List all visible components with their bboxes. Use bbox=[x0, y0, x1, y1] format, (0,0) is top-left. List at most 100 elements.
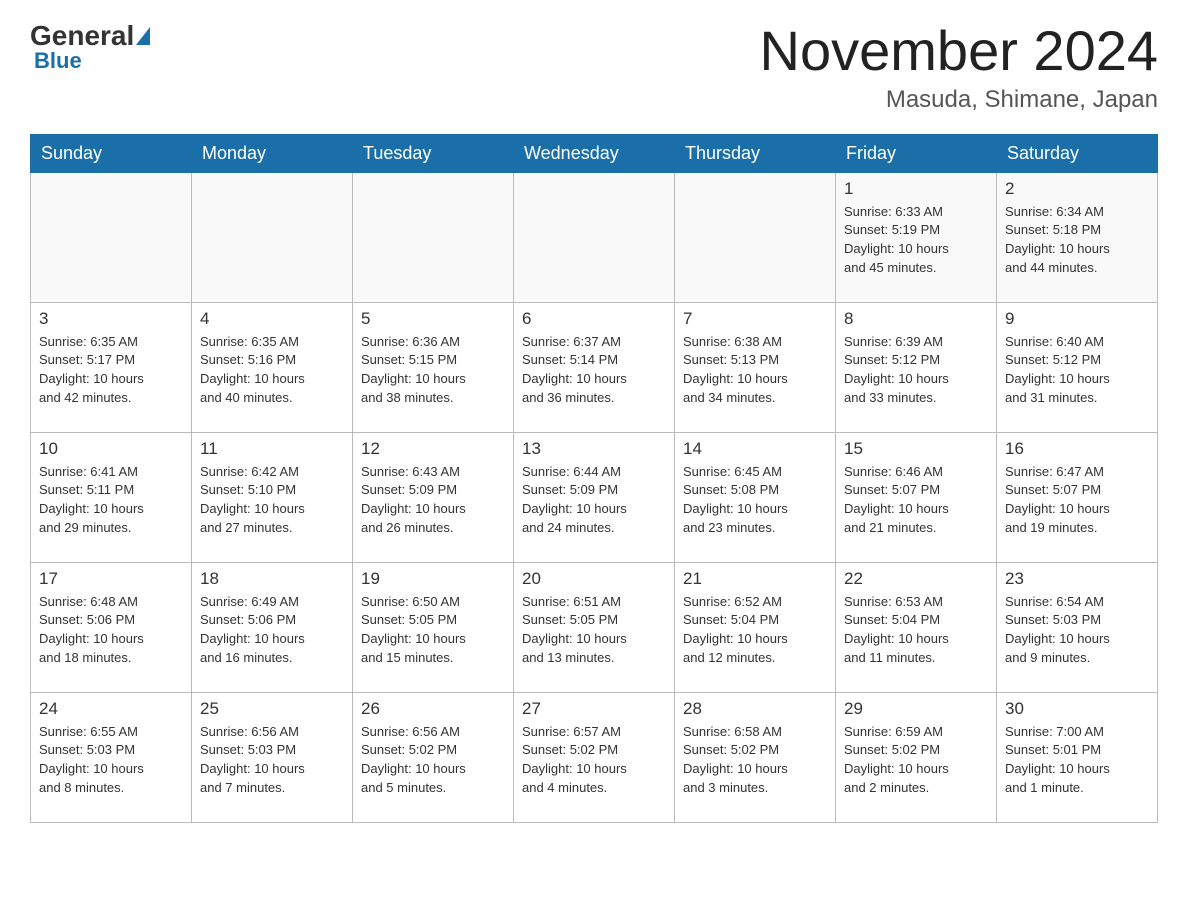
weekday-header-wednesday: Wednesday bbox=[514, 134, 675, 172]
day-info: Sunrise: 6:56 AM Sunset: 5:02 PM Dayligh… bbox=[361, 723, 505, 798]
calendar-cell bbox=[31, 172, 192, 302]
day-info: Sunrise: 6:50 AM Sunset: 5:05 PM Dayligh… bbox=[361, 593, 505, 668]
calendar-cell: 11 Sunrise: 6:42 AM Sunset: 5:10 PM Dayli… bbox=[192, 432, 353, 562]
calendar-cell: 5 Sunrise: 6:36 AM Sunset: 5:15 PM Daylig… bbox=[353, 302, 514, 432]
day-info: Sunrise: 6:54 AM Sunset: 5:03 PM Dayligh… bbox=[1005, 593, 1149, 668]
day-info: Sunrise: 6:57 AM Sunset: 5:02 PM Dayligh… bbox=[522, 723, 666, 798]
calendar-cell: 21 Sunrise: 6:52 AM Sunset: 5:04 PM Dayli… bbox=[675, 562, 836, 692]
calendar-cell: 10 Sunrise: 6:41 AM Sunset: 5:11 PM Dayli… bbox=[31, 432, 192, 562]
day-number: 30 bbox=[1005, 699, 1149, 719]
day-info: Sunrise: 6:44 AM Sunset: 5:09 PM Dayligh… bbox=[522, 463, 666, 538]
calendar-cell: 14 Sunrise: 6:45 AM Sunset: 5:08 PM Dayli… bbox=[675, 432, 836, 562]
day-number: 14 bbox=[683, 439, 827, 459]
calendar-cell: 24 Sunrise: 6:55 AM Sunset: 5:03 PM Dayli… bbox=[31, 692, 192, 822]
calendar-cell: 29 Sunrise: 6:59 AM Sunset: 5:02 PM Dayli… bbox=[836, 692, 997, 822]
day-info: Sunrise: 6:33 AM Sunset: 5:19 PM Dayligh… bbox=[844, 203, 988, 278]
day-number: 18 bbox=[200, 569, 344, 589]
weekday-header-tuesday: Tuesday bbox=[353, 134, 514, 172]
day-number: 21 bbox=[683, 569, 827, 589]
week-row-4: 17 Sunrise: 6:48 AM Sunset: 5:06 PM Dayli… bbox=[31, 562, 1158, 692]
page-header: General Blue November 2024 Masuda, Shima… bbox=[30, 20, 1158, 114]
day-info: Sunrise: 6:42 AM Sunset: 5:10 PM Dayligh… bbox=[200, 463, 344, 538]
day-info: Sunrise: 6:45 AM Sunset: 5:08 PM Dayligh… bbox=[683, 463, 827, 538]
calendar-cell: 16Sunrise: 6:47 AM Sunset: 5:07 PM Dayli… bbox=[997, 432, 1158, 562]
calendar-cell: 4Sunrise: 6:35 AM Sunset: 5:16 PM Daylig… bbox=[192, 302, 353, 432]
day-number: 1 bbox=[844, 179, 988, 199]
week-row-1: 1 Sunrise: 6:33 AM Sunset: 5:19 PM Daylig… bbox=[31, 172, 1158, 302]
day-number: 16 bbox=[1005, 439, 1149, 459]
day-info: Sunrise: 6:40 AM Sunset: 5:12 PM Dayligh… bbox=[1005, 333, 1149, 408]
calendar-cell: 1 Sunrise: 6:33 AM Sunset: 5:19 PM Daylig… bbox=[836, 172, 997, 302]
calendar-cell: 19 Sunrise: 6:50 AM Sunset: 5:05 PM Dayli… bbox=[353, 562, 514, 692]
weekday-header-row: SundayMondayTuesdayWednesdayThursdayFrid… bbox=[31, 134, 1158, 172]
calendar-cell: 26 Sunrise: 6:56 AM Sunset: 5:02 PM Dayli… bbox=[353, 692, 514, 822]
day-number: 17 bbox=[39, 569, 183, 589]
day-number: 6 bbox=[522, 309, 666, 329]
day-info: Sunrise: 6:37 AM Sunset: 5:14 PM Dayligh… bbox=[522, 333, 666, 408]
weekday-header-thursday: Thursday bbox=[675, 134, 836, 172]
day-info: Sunrise: 6:49 AM Sunset: 5:06 PM Dayligh… bbox=[200, 593, 344, 668]
day-number: 3 bbox=[39, 309, 183, 329]
calendar-table: SundayMondayTuesdayWednesdayThursdayFrid… bbox=[30, 134, 1158, 823]
day-number: 11 bbox=[200, 439, 344, 459]
day-number: 28 bbox=[683, 699, 827, 719]
calendar-cell: 15 Sunrise: 6:46 AM Sunset: 5:07 PM Dayli… bbox=[836, 432, 997, 562]
calendar-cell: 25Sunrise: 6:56 AM Sunset: 5:03 PM Dayli… bbox=[192, 692, 353, 822]
day-number: 8 bbox=[844, 309, 988, 329]
day-number: 24 bbox=[39, 699, 183, 719]
day-number: 26 bbox=[361, 699, 505, 719]
calendar-cell: 8 Sunrise: 6:39 AM Sunset: 5:12 PM Daylig… bbox=[836, 302, 997, 432]
day-number: 19 bbox=[361, 569, 505, 589]
day-info: Sunrise: 6:56 AM Sunset: 5:03 PM Dayligh… bbox=[200, 723, 344, 798]
calendar-cell: 7 Sunrise: 6:38 AM Sunset: 5:13 PM Daylig… bbox=[675, 302, 836, 432]
calendar-cell: 13 Sunrise: 6:44 AM Sunset: 5:09 PM Dayli… bbox=[514, 432, 675, 562]
day-number: 5 bbox=[361, 309, 505, 329]
day-number: 23 bbox=[1005, 569, 1149, 589]
logo-triangle-icon bbox=[136, 27, 150, 45]
weekday-header-saturday: Saturday bbox=[997, 134, 1158, 172]
day-info: Sunrise: 6:36 AM Sunset: 5:15 PM Dayligh… bbox=[361, 333, 505, 408]
day-number: 13 bbox=[522, 439, 666, 459]
week-row-3: 10 Sunrise: 6:41 AM Sunset: 5:11 PM Dayli… bbox=[31, 432, 1158, 562]
day-info: Sunrise: 6:53 AM Sunset: 5:04 PM Dayligh… bbox=[844, 593, 988, 668]
day-number: 29 bbox=[844, 699, 988, 719]
day-number: 15 bbox=[844, 439, 988, 459]
weekday-header-sunday: Sunday bbox=[31, 134, 192, 172]
calendar-cell: 30Sunrise: 7:00 AM Sunset: 5:01 PM Dayli… bbox=[997, 692, 1158, 822]
day-number: 20 bbox=[522, 569, 666, 589]
day-info: Sunrise: 6:52 AM Sunset: 5:04 PM Dayligh… bbox=[683, 593, 827, 668]
day-info: Sunrise: 6:35 AM Sunset: 5:16 PM Dayligh… bbox=[200, 333, 344, 408]
calendar-cell: 20 Sunrise: 6:51 AM Sunset: 5:05 PM Dayli… bbox=[514, 562, 675, 692]
logo-blue-text: Blue bbox=[30, 48, 82, 74]
day-info: Sunrise: 6:46 AM Sunset: 5:07 PM Dayligh… bbox=[844, 463, 988, 538]
day-number: 10 bbox=[39, 439, 183, 459]
calendar-cell: 6 Sunrise: 6:37 AM Sunset: 5:14 PM Daylig… bbox=[514, 302, 675, 432]
calendar-cell: 22 Sunrise: 6:53 AM Sunset: 5:04 PM Dayli… bbox=[836, 562, 997, 692]
calendar-cell: 9Sunrise: 6:40 AM Sunset: 5:12 PM Daylig… bbox=[997, 302, 1158, 432]
month-title: November 2024 bbox=[760, 20, 1158, 82]
day-info: Sunrise: 6:34 AM Sunset: 5:18 PM Dayligh… bbox=[1005, 203, 1149, 278]
day-info: Sunrise: 6:41 AM Sunset: 5:11 PM Dayligh… bbox=[39, 463, 183, 538]
calendar-cell: 18 Sunrise: 6:49 AM Sunset: 5:06 PM Dayli… bbox=[192, 562, 353, 692]
day-info: Sunrise: 6:55 AM Sunset: 5:03 PM Dayligh… bbox=[39, 723, 183, 798]
day-info: Sunrise: 6:51 AM Sunset: 5:05 PM Dayligh… bbox=[522, 593, 666, 668]
day-number: 7 bbox=[683, 309, 827, 329]
weekday-header-monday: Monday bbox=[192, 134, 353, 172]
calendar-cell: 12 Sunrise: 6:43 AM Sunset: 5:09 PM Dayli… bbox=[353, 432, 514, 562]
calendar-cell: 28 Sunrise: 6:58 AM Sunset: 5:02 PM Dayli… bbox=[675, 692, 836, 822]
day-number: 22 bbox=[844, 569, 988, 589]
day-info: Sunrise: 6:39 AM Sunset: 5:12 PM Dayligh… bbox=[844, 333, 988, 408]
day-info: Sunrise: 6:58 AM Sunset: 5:02 PM Dayligh… bbox=[683, 723, 827, 798]
calendar-cell: 23 Sunrise: 6:54 AM Sunset: 5:03 PM Dayli… bbox=[997, 562, 1158, 692]
location-text: Masuda, Shimane, Japan bbox=[760, 86, 1158, 114]
day-info: Sunrise: 6:38 AM Sunset: 5:13 PM Dayligh… bbox=[683, 333, 827, 408]
calendar-cell: 27Sunrise: 6:57 AM Sunset: 5:02 PM Dayli… bbox=[514, 692, 675, 822]
day-info: Sunrise: 6:59 AM Sunset: 5:02 PM Dayligh… bbox=[844, 723, 988, 798]
day-info: Sunrise: 6:43 AM Sunset: 5:09 PM Dayligh… bbox=[361, 463, 505, 538]
day-number: 2 bbox=[1005, 179, 1149, 199]
day-info: Sunrise: 6:48 AM Sunset: 5:06 PM Dayligh… bbox=[39, 593, 183, 668]
calendar-cell bbox=[514, 172, 675, 302]
calendar-cell bbox=[675, 172, 836, 302]
day-number: 12 bbox=[361, 439, 505, 459]
logo: General Blue bbox=[30, 20, 152, 74]
